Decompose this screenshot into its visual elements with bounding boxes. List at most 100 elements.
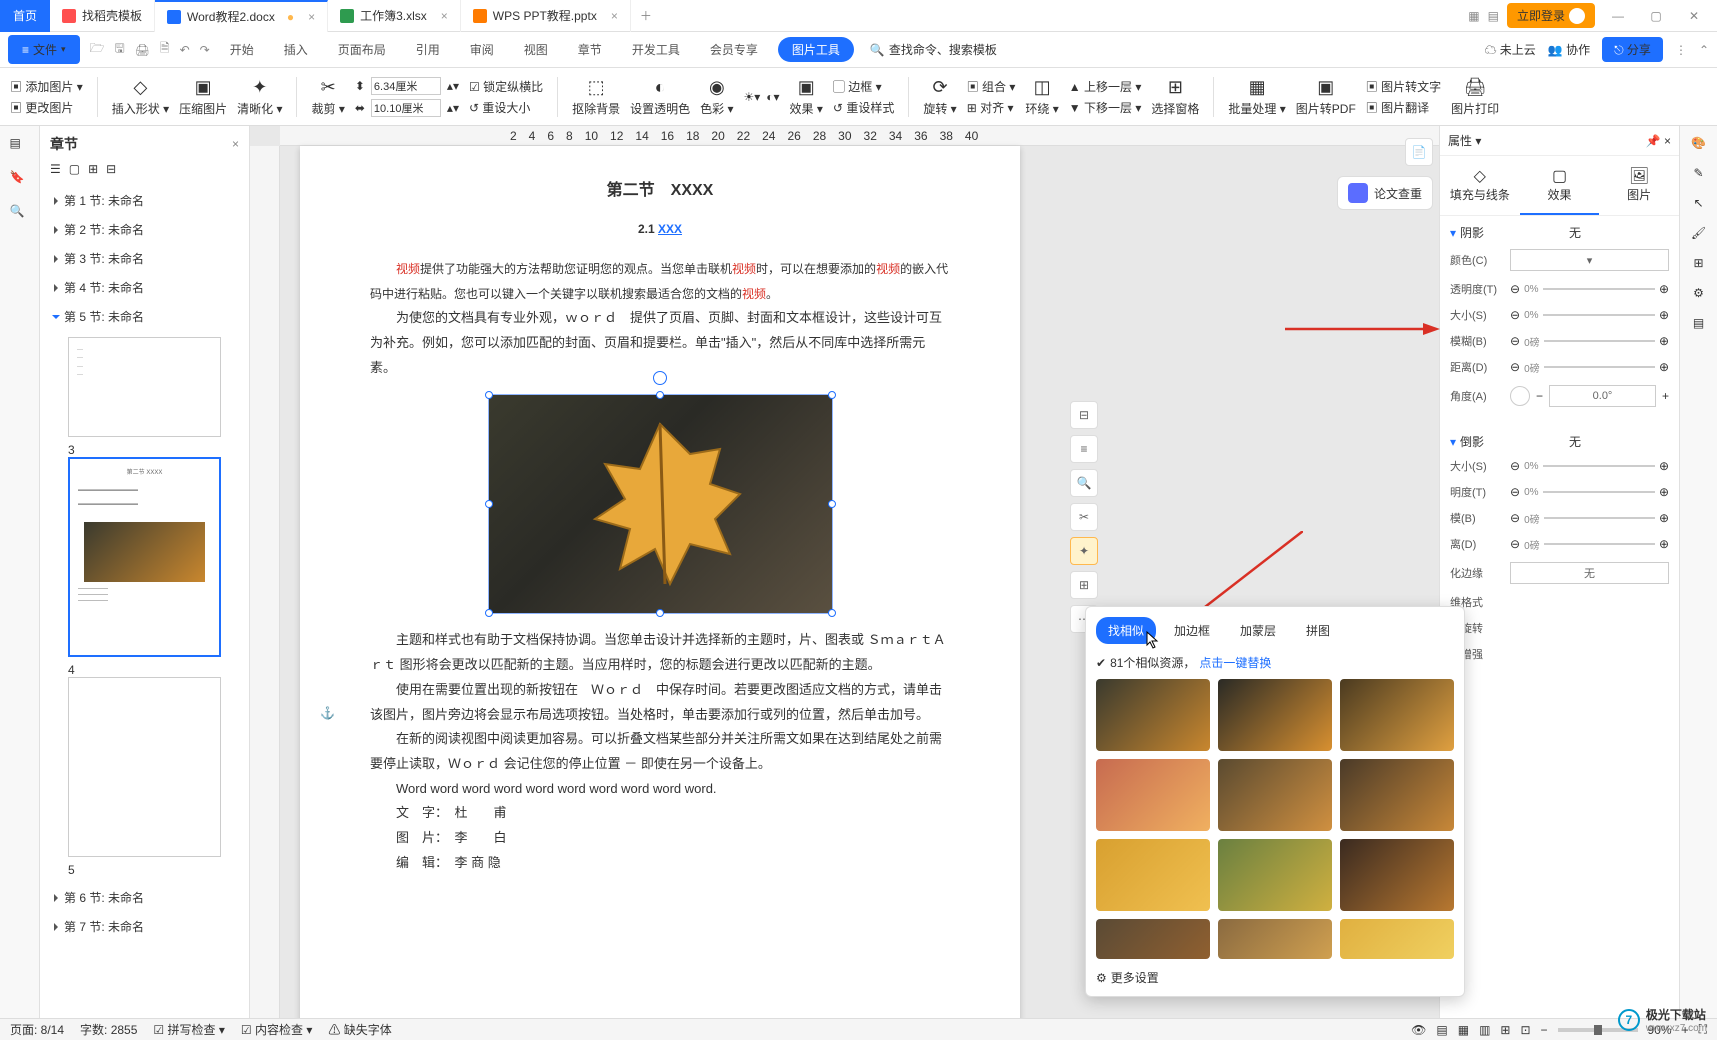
- slider-inc[interactable]: ⊕: [1659, 308, 1669, 322]
- home-tab[interactable]: 首页: [0, 0, 50, 32]
- page-indicator[interactable]: 页面: 8/14: [10, 1021, 64, 1038]
- chapter-item[interactable]: 第 6 节: 未命名: [50, 883, 239, 912]
- similar-image[interactable]: [1218, 919, 1332, 959]
- replace-link[interactable]: 点击一键替换: [1199, 654, 1271, 671]
- tab-effects[interactable]: ▢效果: [1520, 156, 1600, 215]
- tab-ppt[interactable]: WPS PPT教程.pptx×: [461, 0, 631, 32]
- page-thumbnail[interactable]: [68, 677, 221, 857]
- slider-dec[interactable]: ⊖: [1510, 485, 1520, 499]
- slider-dec[interactable]: ⊖: [1510, 282, 1520, 296]
- compress-button[interactable]: ▣压缩图片: [179, 77, 227, 117]
- add-picture-button[interactable]: ▣ 添加图片 ▾: [10, 78, 83, 95]
- tab-picture[interactable]: 🖼图片: [1599, 156, 1679, 215]
- bring-forward-button[interactable]: ▲ 上移一层 ▾: [1069, 78, 1142, 95]
- close-panel-icon[interactable]: ×: [1664, 134, 1671, 148]
- sidebar-tool-icon[interactable]: ⊟: [106, 162, 116, 176]
- rail-icon[interactable]: ✎: [1693, 166, 1703, 180]
- slider-dec[interactable]: ⊖: [1510, 360, 1520, 374]
- tab-word-doc[interactable]: Word教程2.docx●×: [155, 0, 328, 32]
- close-icon[interactable]: ×: [611, 9, 618, 23]
- apps-icon[interactable]: ▤: [1488, 9, 1499, 23]
- chapter-item[interactable]: 第 7 节: 未命名: [50, 912, 239, 941]
- page-thumbnail[interactable]: ————: [68, 337, 221, 437]
- menu-chapter[interactable]: 章节: [568, 32, 612, 68]
- pic-translate-button[interactable]: ▣ 图片翻译: [1366, 99, 1441, 116]
- open-icon[interactable]: 🗁: [90, 39, 105, 60]
- wrap-option-icon[interactable]: ≡: [1070, 435, 1098, 463]
- selection-pane-button[interactable]: ⊞选择窗格: [1151, 77, 1199, 117]
- resize-handle[interactable]: [828, 500, 836, 508]
- similar-image[interactable]: [1096, 759, 1210, 831]
- popup-tab-border[interactable]: 加边框: [1162, 617, 1222, 644]
- set-transparent-button[interactable]: ◐设置透明色: [630, 77, 690, 117]
- cooperate-button[interactable]: 👥 协作: [1548, 41, 1590, 58]
- close-icon[interactable]: ×: [441, 9, 448, 23]
- minimize-button[interactable]: —: [1603, 0, 1633, 32]
- change-picture-button[interactable]: ▣ 更改图片: [10, 99, 83, 116]
- contrast-icon[interactable]: ◐▾: [766, 90, 779, 104]
- slider-inc[interactable]: ⊕: [1659, 511, 1669, 525]
- section-shadow[interactable]: ▾ 阴影无: [1450, 224, 1669, 241]
- slider-dec[interactable]: ⊖: [1510, 459, 1520, 473]
- command-search[interactable]: 🔍查找命令、搜索模板: [870, 41, 997, 58]
- chapter-item[interactable]: 第 2 节: 未命名: [50, 215, 239, 244]
- layout-option-icon[interactable]: ⊟: [1070, 401, 1098, 429]
- color-button[interactable]: ◉色彩 ▾: [700, 77, 733, 117]
- sidebar-tool-icon[interactable]: ☰: [50, 162, 61, 176]
- resize-handle[interactable]: [485, 609, 493, 617]
- lock-ratio-checkbox[interactable]: ☑ 锁定纵横比: [469, 78, 543, 95]
- similar-image[interactable]: [1340, 839, 1454, 911]
- angle-dial[interactable]: [1510, 386, 1530, 406]
- print-icon[interactable]: 🖨: [135, 43, 150, 57]
- batch-button[interactable]: ▦批量处理 ▾: [1228, 77, 1285, 117]
- width-input[interactable]: [371, 99, 441, 117]
- tab-templates[interactable]: 找稻壳模板: [50, 0, 155, 32]
- view-icon[interactable]: ⊞: [1500, 1023, 1510, 1037]
- wrap-button[interactable]: ◫环绕 ▾: [1025, 77, 1058, 117]
- spellcheck-button[interactable]: ☑ 拼写检查 ▾: [153, 1021, 224, 1038]
- search-rail-icon[interactable]: 🔍: [10, 204, 30, 224]
- menu-devtools[interactable]: 开发工具: [622, 32, 690, 68]
- height-input[interactable]: [371, 77, 441, 95]
- menu-review[interactable]: 审阅: [460, 32, 504, 68]
- similar-image[interactable]: [1340, 679, 1454, 751]
- rail-icon[interactable]: 🎨: [1691, 136, 1706, 150]
- similar-image[interactable]: [1218, 679, 1332, 751]
- close-icon[interactable]: ×: [308, 10, 315, 24]
- menu-view[interactable]: 视图: [514, 32, 558, 68]
- missing-font-button[interactable]: ⚠ 缺失字体: [328, 1021, 391, 1038]
- similar-image[interactable]: [1340, 919, 1454, 959]
- more-settings-button[interactable]: ⚙更多设置: [1096, 969, 1454, 986]
- menu-insert[interactable]: 插入: [274, 32, 318, 68]
- chapter-item[interactable]: 第 1 节: 未命名: [50, 186, 239, 215]
- group-button[interactable]: ▣ 组合 ▾: [967, 78, 1016, 95]
- find-similar-icon[interactable]: ✦: [1070, 537, 1098, 565]
- crop-button[interactable]: ✂裁剪 ▾: [311, 77, 344, 117]
- menu-references[interactable]: 引用: [406, 32, 450, 68]
- grid-icon[interactable]: ▦: [1468, 9, 1479, 23]
- resize-handle[interactable]: [828, 391, 836, 399]
- angle-input[interactable]: 0.0°: [1549, 385, 1656, 407]
- chevron-up-icon[interactable]: ⌃: [1699, 43, 1709, 57]
- remove-bg-button[interactable]: ⬚抠除背景: [572, 77, 620, 117]
- rotate-button[interactable]: ⟳旋转 ▾: [923, 77, 956, 117]
- chapter-item[interactable]: 第 4 节: 未命名: [50, 273, 239, 302]
- content-check-button[interactable]: ☑ 内容检查 ▾: [241, 1021, 312, 1038]
- rail-icon[interactable]: ⊞: [1693, 256, 1703, 270]
- similar-image[interactable]: [1218, 839, 1332, 911]
- fit-icon[interactable]: ⊡: [1520, 1023, 1530, 1037]
- view-icon[interactable]: ▤: [1436, 1023, 1447, 1037]
- outline-rail-icon[interactable]: ▤: [10, 136, 30, 156]
- view-icon[interactable]: ▥: [1479, 1023, 1490, 1037]
- popup-tab-similar[interactable]: 找相似: [1096, 617, 1156, 644]
- popup-tab-mask[interactable]: 加蒙层: [1228, 617, 1288, 644]
- view-icon[interactable]: ▦: [1458, 1023, 1469, 1037]
- sidebar-tool-icon[interactable]: ▢: [69, 162, 80, 176]
- slider-inc[interactable]: ⊕: [1659, 360, 1669, 374]
- reset-style-button[interactable]: ↺ 重设样式: [833, 99, 894, 116]
- menu-vip[interactable]: 会员专享: [700, 32, 768, 68]
- stepper-icon[interactable]: ▴▾: [447, 79, 459, 93]
- clarity-button[interactable]: ✦清晰化 ▾: [237, 77, 282, 117]
- sidebar-close-icon[interactable]: ×: [232, 137, 239, 151]
- softedge-select[interactable]: 无: [1510, 562, 1669, 584]
